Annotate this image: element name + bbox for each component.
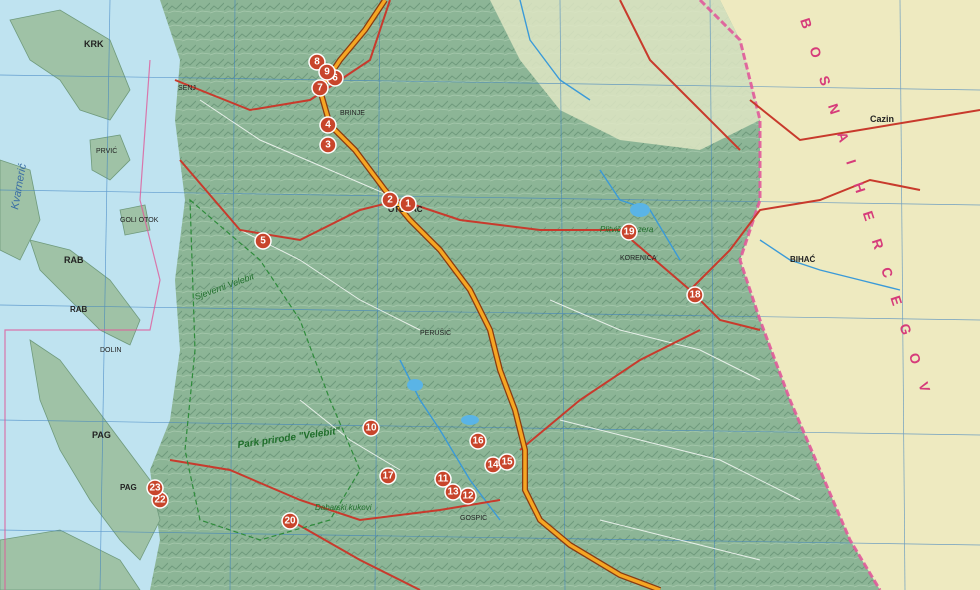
- poi-label: GOLI OTOK: [120, 217, 159, 224]
- poi-marker-number: 19: [623, 227, 635, 238]
- poi-marker-number: 15: [501, 457, 513, 468]
- poi-marker-number: 11: [438, 474, 449, 485]
- poi-label: DOLIN: [100, 347, 121, 354]
- poi-marker-number: 7: [317, 83, 323, 94]
- poi-marker-number: 2: [387, 195, 393, 206]
- poi-marker-number: 20: [284, 516, 296, 527]
- poi-marker-number: 13: [447, 487, 459, 498]
- poi-marker-number: 1: [405, 199, 411, 210]
- poi-marker-5[interactable]: 5: [254, 232, 272, 250]
- poi-marker-10[interactable]: 10: [362, 419, 380, 437]
- label-island-pag: PAG: [92, 430, 111, 440]
- poi-marker-number: 10: [365, 423, 377, 434]
- label-town-bihac: BIHAĆ: [790, 255, 816, 264]
- label-island-krk: KRK: [84, 39, 104, 49]
- map-svg: KRK RAB RAB PAG PAG OTOČAC Cazin BIHAĆ P…: [0, 0, 980, 590]
- poi-marker-number: 16: [472, 436, 484, 447]
- poi-marker-9[interactable]: 9: [318, 63, 336, 81]
- poi-marker-number: 14: [487, 460, 499, 471]
- label-town-pag: PAG: [120, 483, 137, 492]
- poi-marker-number: 17: [382, 471, 394, 482]
- poi-marker-17[interactable]: 17: [379, 467, 397, 485]
- poi-label: BRINJE: [340, 110, 365, 117]
- poi-marker-4[interactable]: 4: [319, 116, 337, 134]
- poi-marker-number: 3: [325, 140, 331, 151]
- map-canvas[interactable]: KRK RAB RAB PAG PAG OTOČAC Cazin BIHAĆ P…: [0, 0, 980, 590]
- poi-marker-18[interactable]: 18: [686, 286, 704, 304]
- poi-marker-number: 8: [314, 57, 320, 68]
- poi-marker-19[interactable]: 19: [620, 223, 638, 241]
- poi-label: SENJ: [178, 85, 196, 92]
- label-town-cazin: Cazin: [870, 114, 894, 124]
- poi-marker-2[interactable]: 2: [381, 191, 399, 209]
- label-island-rab: RAB: [64, 255, 84, 265]
- label-dabarski-kukovi: Dabarski kukovi: [315, 503, 372, 512]
- poi-marker-7[interactable]: 7: [311, 79, 329, 97]
- poi-marker-number: 5: [260, 236, 266, 247]
- poi-marker-13[interactable]: 13: [444, 483, 462, 501]
- poi-marker-number: 12: [462, 491, 474, 502]
- poi-marker-1[interactable]: 1: [399, 195, 417, 213]
- poi-marker-3[interactable]: 3: [319, 136, 337, 154]
- poi-marker-15[interactable]: 15: [498, 453, 516, 471]
- poi-marker-16[interactable]: 16: [469, 432, 487, 450]
- poi-marker-14[interactable]: 14: [484, 456, 502, 474]
- poi-label: PRVIĆ: [96, 146, 117, 155]
- poi-marker-number: 9: [324, 67, 330, 78]
- poi-marker-23[interactable]: 23: [146, 479, 164, 497]
- poi-label: GOSPIĆ: [460, 513, 487, 522]
- poi-marker-number: 23: [149, 483, 161, 494]
- poi-label: PERUŠIĆ: [420, 328, 451, 337]
- poi-marker-12[interactable]: 12: [459, 487, 477, 505]
- poi-label: KORENICA: [620, 255, 657, 262]
- poi-marker-20[interactable]: 20: [281, 512, 299, 530]
- label-town-rab: RAB: [70, 305, 88, 314]
- poi-marker-number: 4: [325, 120, 331, 131]
- poi-marker-number: 18: [689, 290, 701, 301]
